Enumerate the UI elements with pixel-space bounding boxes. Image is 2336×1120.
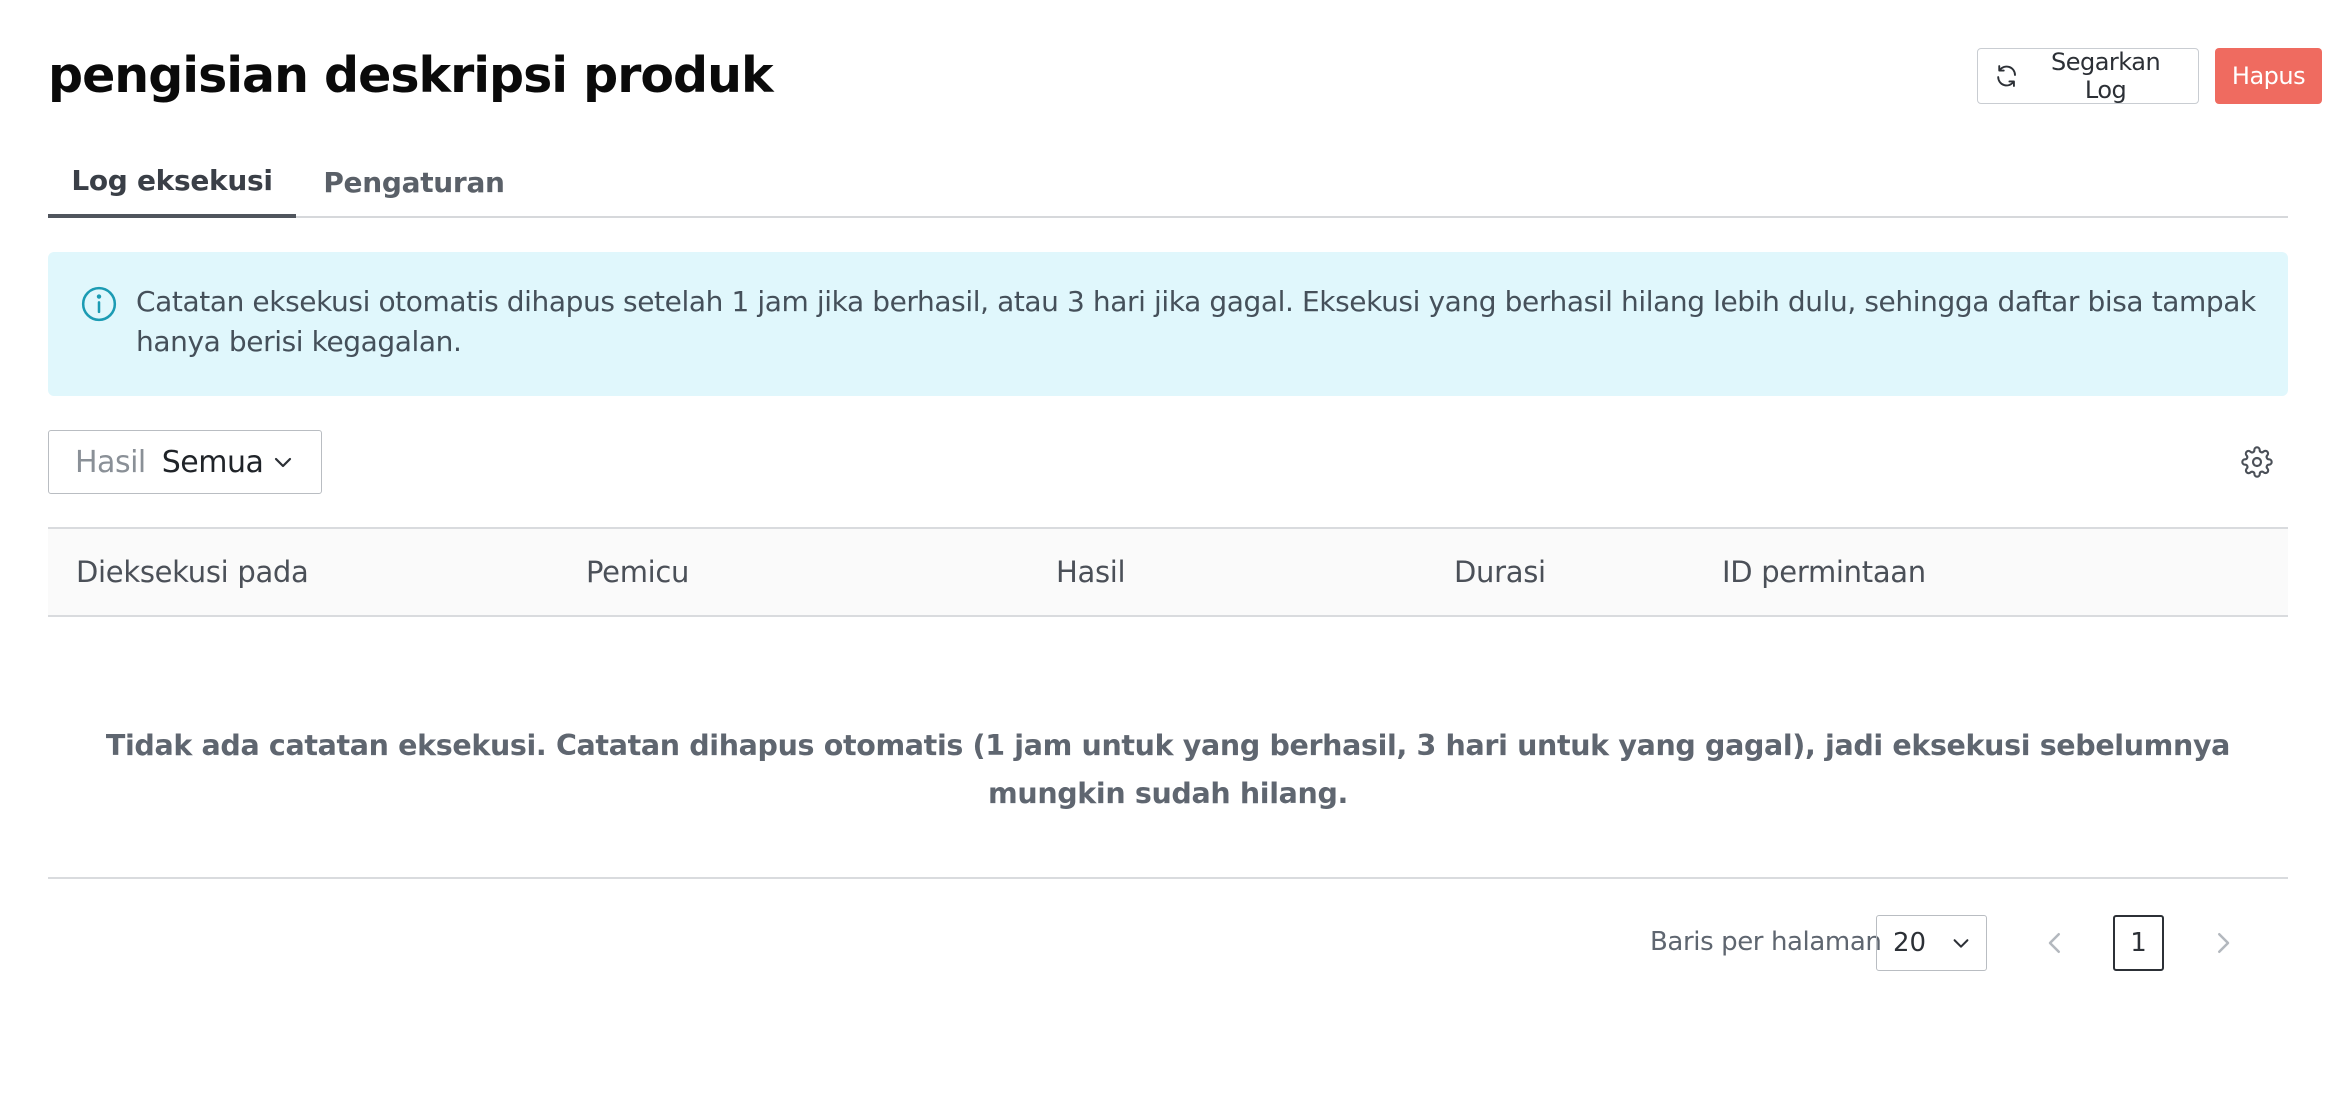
column-header-result[interactable]: Hasil — [1056, 529, 1126, 615]
rows-per-page-label: Baris per halaman — [1650, 927, 1882, 957]
table-header: Dieksekusi pada Pemicu Hasil Durasi ID p… — [48, 527, 2288, 617]
page-header: pengisian deskripsi produk Segarkan Log … — [48, 36, 2322, 116]
result-filter-select[interactable]: Hasil Semua — [48, 430, 322, 494]
header-actions: Segarkan Log Hapus — [1977, 48, 2322, 104]
chevron-left-icon[interactable] — [2040, 928, 2070, 958]
delete-button[interactable]: Hapus — [2215, 48, 2322, 104]
chevron-down-icon — [1953, 939, 1969, 948]
column-header-request-id[interactable]: ID permintaan — [1722, 529, 1926, 615]
tab-settings[interactable]: Pengaturan — [296, 146, 532, 218]
chevron-right-icon[interactable] — [2208, 928, 2238, 958]
table-empty-message: Tidak ada catatan eksekusi. Catatan diha… — [105, 729, 2231, 810]
tab-execution-log[interactable]: Log eksekusi — [48, 146, 296, 218]
tab-bar: Log eksekusi Pengaturan — [48, 146, 2288, 218]
result-filter-label: Hasil — [75, 444, 146, 480]
column-header-trigger[interactable]: Pemicu — [586, 529, 689, 615]
info-banner: Catatan eksekusi otomatis dihapus setela… — [48, 252, 2288, 396]
page-title: pengisian deskripsi produk — [48, 47, 774, 104]
pagination-current-page[interactable]: 1 — [2113, 915, 2164, 971]
refresh-log-button[interactable]: Segarkan Log — [1977, 48, 2199, 104]
column-header-executed-at[interactable]: Dieksekusi pada — [76, 529, 309, 615]
info-icon — [81, 286, 117, 322]
table-divider — [48, 877, 2288, 879]
rows-per-page-value: 20 — [1893, 928, 1927, 958]
chevron-down-icon — [274, 457, 292, 468]
refresh-icon — [1997, 65, 2016, 87]
gear-icon[interactable] — [2241, 446, 2273, 478]
column-header-duration[interactable]: Durasi — [1454, 529, 1546, 615]
info-banner-text: Catatan eksekusi otomatis dihapus setela… — [136, 285, 2256, 358]
result-filter-value: Semua — [161, 444, 264, 480]
rows-per-page-select[interactable]: 20 — [1876, 915, 1987, 971]
refresh-log-label: Segarkan Log — [2050, 48, 2161, 104]
page: pengisian deskripsi produk Segarkan Log … — [0, 0, 2336, 1120]
